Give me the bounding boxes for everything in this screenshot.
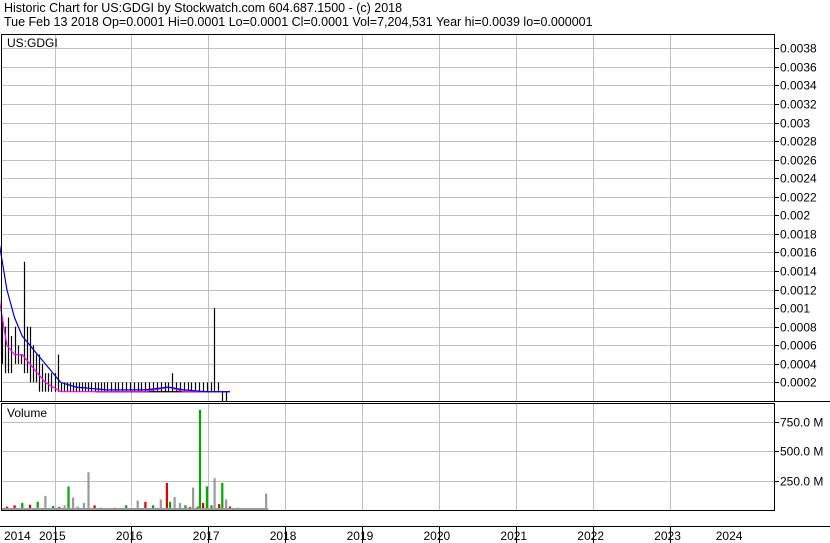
price-tick-label: 0.0024 [780, 172, 817, 186]
price-tick-label: 0.0022 [780, 191, 817, 205]
x-axis-ticks: 2014 2015 2016 2017 2018 2019 2020 2021 2022 2023… [4, 529, 743, 543]
price-tick-label: 0.0006 [780, 339, 817, 353]
volume-bar [221, 482, 224, 510]
price-tick-label: 0.0004 [780, 358, 817, 372]
year-label: 2016 [116, 529, 143, 543]
price-tick-label: 0.0012 [780, 284, 817, 298]
year-label: 2023 [654, 529, 681, 543]
volume-panel-title: Volume [7, 406, 47, 420]
stock-chart: US:GDGI Volume 0.00380.00360.00340.00320… [0, 34, 830, 543]
price-tick-label: 0.0008 [780, 321, 817, 335]
volume-bar [87, 472, 90, 510]
price-tick-label: 0.0028 [780, 135, 817, 149]
volume-panel-frame [1, 403, 775, 511]
price-tick-label: 0.003 [780, 117, 810, 131]
price-tick-label: 0.0038 [780, 42, 817, 56]
y-axis-ticks: 0.0038 0.0036 0.0034 0.0032 0.003 0.0028 0.002… [774, 42, 823, 489]
price-tick-label: 0.001 [780, 302, 810, 316]
year-label: 2021 [500, 529, 527, 543]
volume-bar [198, 409, 202, 510]
year-label: 2015 [39, 529, 66, 543]
volume-tick-label: 500.0 M [780, 445, 823, 459]
volume-bar [165, 482, 168, 510]
volume-bar [44, 495, 47, 510]
volume-bar [67, 486, 70, 510]
price-tick-label: 0.0014 [780, 265, 817, 279]
price-panel-title: US:GDGI [7, 36, 58, 50]
volume-bar [265, 493, 268, 510]
price-tick-label: 0.0036 [780, 61, 817, 75]
volume-bar [192, 487, 195, 510]
volume-tick-label: 750.0 M [780, 416, 823, 430]
volume-tick-label: 250.0 M [780, 475, 823, 489]
price-tick-label: 0.0034 [780, 79, 817, 93]
grid-lines [2, 35, 774, 543]
price-tick-label: 0.0026 [780, 154, 817, 168]
price-tick-label: 0.002 [780, 209, 810, 223]
year-label: 2017 [193, 529, 220, 543]
moving-average-slow-line [0, 244, 230, 393]
year-label: 2014 [4, 529, 31, 543]
price-tick-label: 0.0032 [780, 98, 817, 112]
year-label: 2020 [424, 529, 451, 543]
price-tick-label: 0.0016 [780, 246, 817, 260]
price-panel-frame [1, 34, 775, 402]
year-label: 2024 [716, 529, 743, 543]
year-label: 2019 [347, 529, 374, 543]
chart-marks [0, 244, 269, 510]
year-label: 2018 [270, 529, 297, 543]
volume-bar [213, 478, 216, 510]
volume-bar [205, 486, 208, 510]
price-tick-label: 0.0018 [780, 228, 817, 242]
price-tick-label: 0.0002 [780, 376, 817, 390]
year-label: 2022 [577, 529, 604, 543]
